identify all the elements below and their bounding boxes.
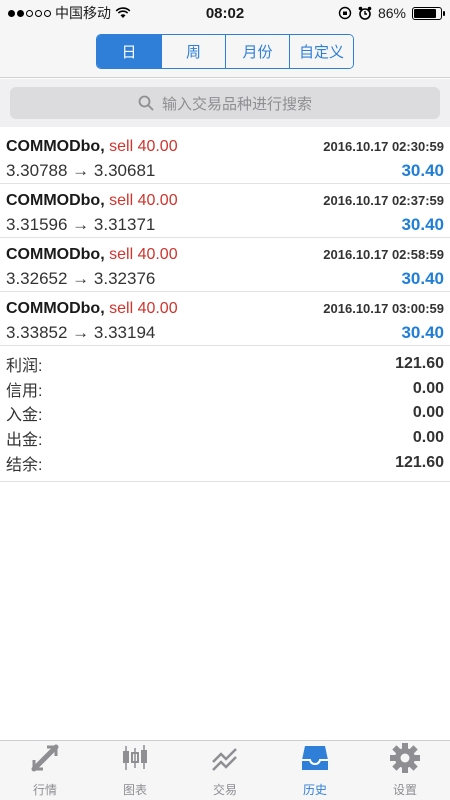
search-icon [138,95,154,111]
carrier-name: 中国移动 [55,5,111,21]
tab-chart[interactable]: 图表 [90,741,180,800]
trade-prices: 3.31596 → 3.31371 [6,215,156,234]
trade-time: 2016.10.17 02:30:59 [323,139,444,154]
summary-label: 结余: [6,456,43,474]
tab-trade[interactable]: 交易 [180,741,270,800]
summary-value: 0.00 [412,429,444,447]
trade-history-list: COMMODbo, sell 40.00 2016.10.17 02:30:59 3… [0,130,450,346]
battery-icon [412,6,445,20]
quotes-icon [29,742,61,781]
trade-side: sell 40.00 [109,137,178,155]
segment-3[interactable]: 自定义 [289,35,353,68]
trade-row[interactable]: COMMODbo, sell 40.00 2016.10.17 02:30:59 3… [0,130,450,184]
trade-title: COMMODbo, sell 40.00 [6,192,178,210]
summary-row: 出金: 0.00 [6,426,444,451]
summary-label: 利润: [6,358,43,376]
segment-1[interactable]: 周 [161,35,225,68]
trade-prices: 3.33852 → 3.33194 [6,323,156,342]
trade-time: 2016.10.17 02:37:59 [323,193,444,208]
tab-gear[interactable]: 设置 [360,741,450,800]
summary-value: 121.60 [395,453,444,471]
clock: 08:02 [205,4,245,22]
wifi-icon [115,7,131,18]
trade-symbol: COMMODbo, [6,245,105,263]
trade-side: sell 40.00 [109,299,178,317]
search-bar: 输入交易品种进行搜索 [0,79,450,127]
alarm-icon [358,6,372,20]
segment-2[interactable]: 月份 [225,35,289,68]
trade-symbol: COMMODbo, [6,191,105,209]
trade-time: 2016.10.17 02:58:59 [323,247,444,262]
segment-0[interactable]: 日 [97,35,161,68]
trade-icon [209,742,241,781]
trade-title: COMMODbo, sell 40.00 [6,246,178,264]
battery-percent: 86% [377,5,406,21]
trade-row[interactable]: COMMODbo, sell 40.00 2016.10.17 02:37:59 3… [0,184,450,238]
carrier-info: 中国移动 [8,3,131,23]
tab-label: 图表 [122,783,147,797]
summary-row: 入金: 0.00 [6,401,444,426]
tab-history[interactable]: 历史 [270,741,360,800]
orientation-lock-icon [338,6,352,20]
summary-label: 出金: [6,432,43,450]
trade-symbol: COMMODbo, [6,137,105,155]
signal-strength-icon [8,9,51,17]
summary-row: 信用: 0.00 [6,377,444,402]
trade-prices: 3.30788 → 3.30681 [6,161,156,180]
chart-icon [119,742,151,781]
trade-time: 2016.10.17 03:00:59 [323,301,444,316]
gear-icon [389,742,421,781]
summary-value: 121.60 [395,355,444,373]
history-icon [299,742,331,781]
search-input[interactable]: 输入交易品种进行搜索 [10,87,440,119]
trade-title: COMMODbo, sell 40.00 [6,138,178,156]
summary-value: 0.00 [412,379,444,397]
trade-symbol: COMMODbo, [6,299,105,317]
status-bar: 中国移动 08:02 86% [0,0,450,26]
trade-profit: 30.40 [401,269,444,288]
tab-label: 行情 [32,783,57,797]
tab-label: 交易 [212,783,237,797]
status-icons: 86% [338,5,445,21]
tab-label: 设置 [392,783,417,797]
trade-profit: 30.40 [401,215,444,234]
trade-title: COMMODbo, sell 40.00 [6,300,178,318]
search-placeholder: 输入交易品种进行搜索 [161,95,312,113]
tab-label: 历史 [302,783,327,797]
bottom-tab-bar: 行情 图表 交易 历史 设置 [0,740,450,800]
summary-row: 结余: 121.60 [6,450,444,475]
summary-row: 利润: 121.60 [6,352,444,377]
trade-profit: 30.40 [401,161,444,180]
summary-value: 0.00 [412,404,444,422]
trade-side: sell 40.00 [109,245,178,263]
period-segmented-control: 日周月份 自定义 [96,34,354,69]
account-summary: 利润: 121.60 信用: 0.00 入金: 0.00 出金: 0.00 结余: 121.60 [0,348,450,482]
summary-label: 信用: [6,382,43,400]
trade-row[interactable]: COMMODbo, sell 40.00 2016.10.17 02:58:59 3… [0,238,450,292]
trade-side: sell 40.00 [109,191,178,209]
tab-quotes[interactable]: 行情 [0,741,90,800]
trade-prices: 3.32652 → 3.32376 [6,269,156,288]
trade-row[interactable]: COMMODbo, sell 40.00 2016.10.17 03:00:59 3… [0,292,450,346]
period-header: 日周月份 自定义 [0,26,450,78]
summary-label: 入金: [6,407,43,425]
trade-profit: 30.40 [401,323,444,342]
